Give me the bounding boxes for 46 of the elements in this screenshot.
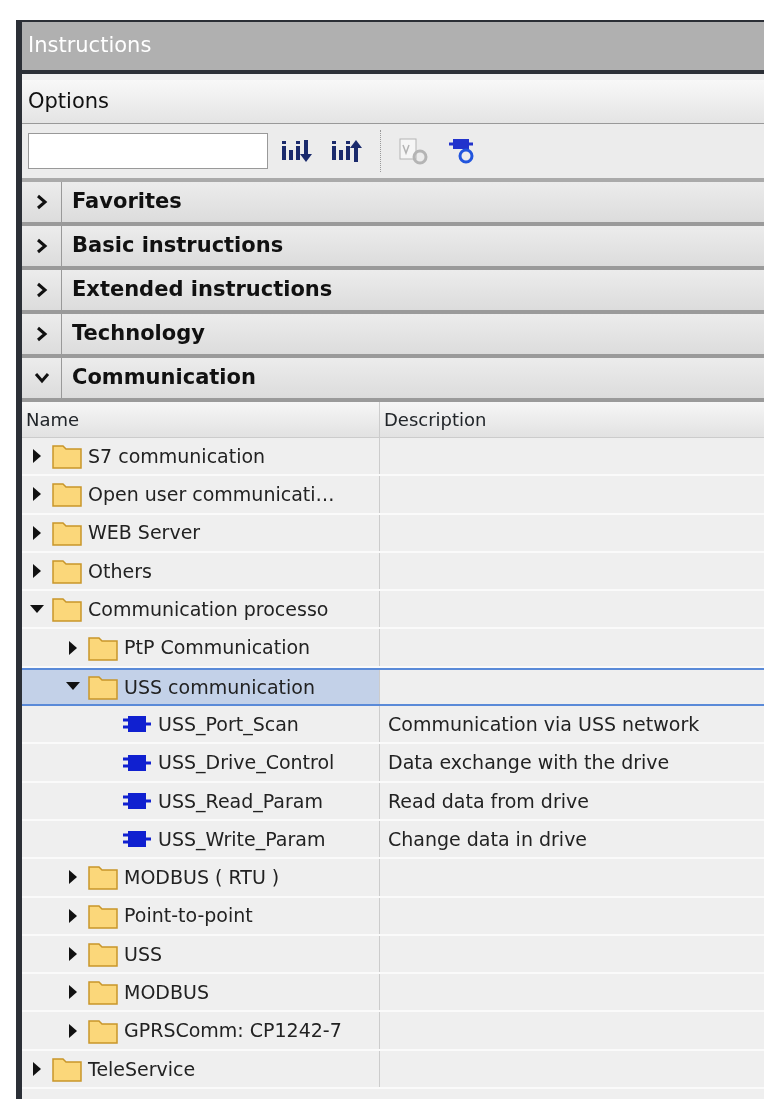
folder-icon bbox=[88, 941, 118, 967]
search-field[interactable] bbox=[28, 133, 268, 169]
tree-item[interactable]: MODBUS bbox=[118, 978, 209, 1007]
panel-title: Instructions bbox=[22, 20, 764, 74]
folder-icon bbox=[88, 864, 118, 891]
options-header[interactable]: Options bbox=[22, 79, 764, 124]
tree-item[interactable]: USS_Write_Param bbox=[152, 824, 326, 854]
tree-item[interactable]: Open user communicati… bbox=[82, 480, 335, 509]
block-icon bbox=[122, 753, 152, 772]
folder-icon bbox=[52, 443, 82, 470]
folder-icon bbox=[52, 558, 82, 585]
tree-item[interactable]: WEB Server bbox=[82, 518, 201, 547]
tree-item[interactable]: USS bbox=[118, 939, 163, 969]
expanded-arrow-icon[interactable] bbox=[66, 682, 80, 692]
column-header: Description bbox=[383, 408, 488, 432]
description-text: Change data in drive bbox=[388, 826, 588, 852]
section-header[interactable]: Favorites bbox=[62, 182, 192, 222]
section-header[interactable]: Technology bbox=[62, 314, 215, 354]
folder-icon bbox=[88, 1017, 118, 1044]
folder-icon bbox=[88, 979, 118, 1006]
description-text: Read data from drive bbox=[388, 788, 589, 814]
folder-icon bbox=[52, 481, 82, 508]
description-text: Communication via USS network bbox=[388, 711, 700, 737]
tree-item[interactable]: Others bbox=[82, 556, 152, 586]
folder-icon bbox=[88, 902, 118, 929]
tree-item[interactable]: USS_Read_Param bbox=[152, 786, 323, 816]
folder-icon bbox=[52, 519, 82, 546]
tree-item[interactable]: GPRSComm: CP1242-7 bbox=[118, 1016, 342, 1045]
block-icon bbox=[122, 715, 152, 734]
block-icon bbox=[122, 830, 152, 849]
folder-icon bbox=[88, 673, 118, 700]
tree-item[interactable]: MODBUS ( RTU ) bbox=[118, 863, 280, 892]
tree-item[interactable]: USS_Port_Scan bbox=[152, 709, 299, 739]
tree-item[interactable]: S7 communication bbox=[82, 441, 266, 471]
folder-icon bbox=[88, 634, 118, 661]
tree-item[interactable]: Communication processo bbox=[82, 595, 329, 624]
folder-icon bbox=[52, 1055, 82, 1082]
tree-item[interactable]: TeleService bbox=[82, 1054, 196, 1084]
tree-item[interactable]: Point-to-point bbox=[118, 901, 253, 930]
description-text: Data exchange with the drive bbox=[388, 750, 670, 776]
tree-item[interactable]: USS_Drive_Control bbox=[152, 748, 335, 777]
block-icon bbox=[122, 791, 152, 810]
folder-icon bbox=[52, 596, 82, 623]
tree-item[interactable]: PtP Communication bbox=[118, 633, 311, 662]
expanded-arrow-icon[interactable] bbox=[30, 604, 44, 614]
column-header: Name bbox=[22, 402, 380, 437]
